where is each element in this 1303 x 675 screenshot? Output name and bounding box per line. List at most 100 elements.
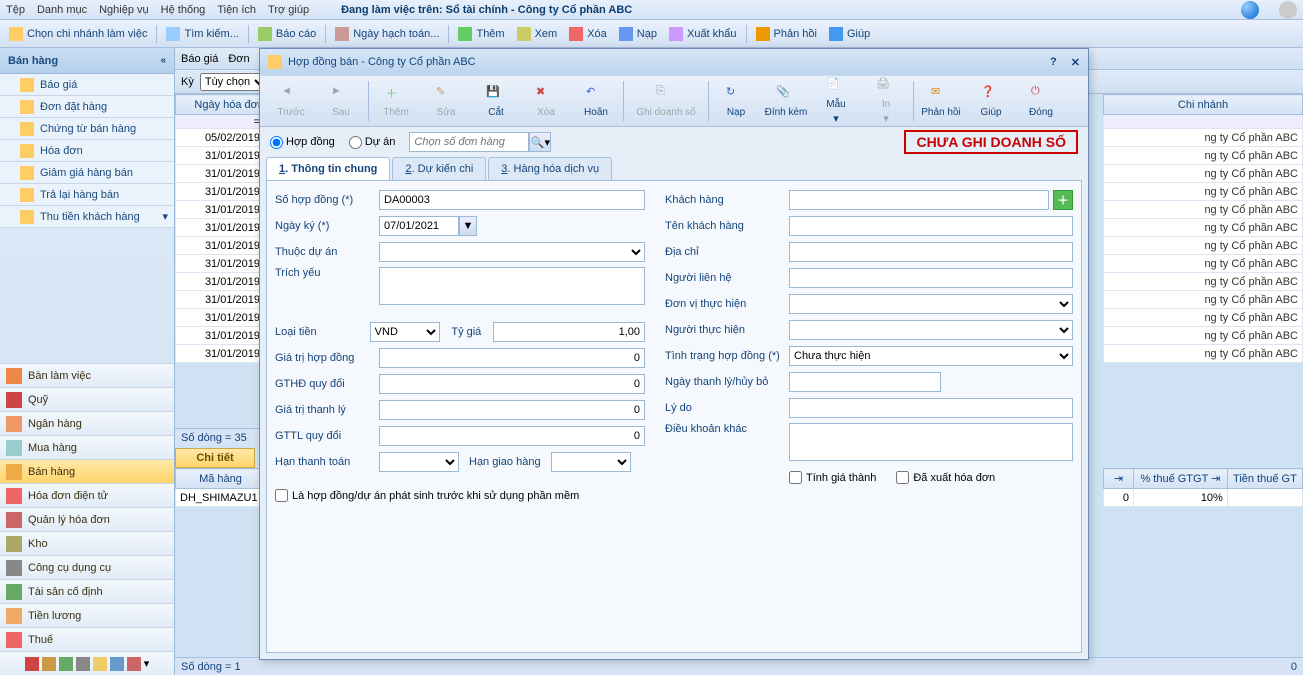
menu-help[interactable]: Trợ giúp [268, 4, 309, 16]
col-tax-amt[interactable]: Tiền thuế GT [1227, 469, 1302, 489]
dlg-attach-button[interactable]: 📎Đính kèm [761, 77, 811, 125]
branch-cell[interactable]: ng ty Cổ phần ABC [1104, 165, 1303, 183]
invoice-issued-checkbox[interactable]: Đã xuất hóa đơn [896, 471, 995, 484]
view-button[interactable]: Xem [514, 27, 561, 41]
branch-grid[interactable]: Chi nhánh ng ty Cổ phần ABCng ty Cổ phần… [1103, 94, 1303, 363]
accounting-date-button[interactable]: Ngày hạch toán... [332, 27, 442, 41]
sign-date-input[interactable] [379, 216, 459, 236]
section-bank[interactable]: Ngân hàng [0, 411, 174, 435]
branch-select-button[interactable]: Chọn chi nhánh làm việc [6, 27, 150, 41]
menu-category[interactable]: Danh mục [37, 4, 87, 16]
date-cell[interactable]: 31/01/2019 [176, 183, 265, 201]
date-cell[interactable]: 31/01/2019 [176, 327, 265, 345]
footer-icon[interactable] [110, 657, 124, 671]
prev-button[interactable]: ◄Trước [266, 77, 316, 125]
section-tax[interactable]: Thuế [0, 627, 174, 651]
footer-icon[interactable] [42, 657, 56, 671]
payment-due-select[interactable] [379, 452, 459, 472]
dlg-reload-button[interactable]: ↻Nạp [711, 77, 761, 125]
dlg-close-button[interactable]: ⏻Đóng [1016, 77, 1066, 125]
dlg-delete-button[interactable]: ✖Xóa [521, 77, 571, 125]
contract-value-input[interactable] [379, 348, 645, 368]
section-purchase[interactable]: Mua hàng [0, 435, 174, 459]
date-cell[interactable]: 31/01/2019 [176, 291, 265, 309]
section-invoice-mgmt[interactable]: Quản lý hóa đơn [0, 507, 174, 531]
dlg-feedback-button[interactable]: ✉Phản hồi [916, 77, 966, 125]
help-button[interactable]: Giúp [826, 27, 873, 41]
exec-unit-select[interactable] [789, 294, 1073, 314]
add-customer-button[interactable]: ＋ [1053, 190, 1073, 210]
footer-icon[interactable] [59, 657, 73, 671]
feedback-button[interactable]: Phản hồi [753, 27, 820, 41]
section-einvoice[interactable]: Hóa đơn điện tử [0, 483, 174, 507]
footer-icon[interactable] [93, 657, 107, 671]
nav-sales-voucher[interactable]: Chứng từ bán hàng [0, 118, 174, 140]
currency-select[interactable]: VND [370, 322, 440, 342]
branch-cell[interactable]: ng ty Cổ phần ABC [1104, 291, 1303, 309]
detail-tab[interactable]: Chi tiết [175, 448, 255, 468]
menu-file[interactable]: Tệp [6, 4, 25, 16]
date-cell[interactable]: 31/01/2019 [176, 201, 265, 219]
section-assets[interactable]: Tài sản cố định [0, 579, 174, 603]
date-cell[interactable]: 31/01/2019 [176, 165, 265, 183]
next-button[interactable]: ►Sau [316, 77, 366, 125]
customer-name-input[interactable] [789, 216, 1073, 236]
liquidation-value-input[interactable] [379, 400, 645, 420]
export-button[interactable]: Xuất khẩu [666, 27, 740, 41]
delete-button[interactable]: Xóa [566, 27, 610, 41]
nav-invoice[interactable]: Hóa đơn [0, 140, 174, 162]
customer-input[interactable] [789, 190, 1049, 210]
order-search-combo[interactable]: 🔍▾ [409, 132, 551, 152]
branch-cell[interactable]: ng ty Cổ phần ABC [1104, 183, 1303, 201]
rate-input[interactable] [493, 322, 645, 342]
nav-return[interactable]: Trả lại hàng bán [0, 184, 174, 206]
nav-collect[interactable]: Thu tiền khách hàng▾ [0, 206, 174, 228]
other-terms-textarea[interactable] [789, 423, 1073, 461]
footer-more-icon[interactable]: ▾ [144, 657, 150, 670]
branch-cell[interactable]: ng ty Cổ phần ABC [1104, 273, 1303, 291]
dlg-template-button[interactable]: 📄Mẫu▾ [811, 77, 861, 125]
date-cell[interactable]: 31/01/2019 [176, 273, 265, 291]
gthd-converted-input[interactable] [379, 374, 645, 394]
col-pin[interactable]: ⇥ [1104, 469, 1134, 489]
project-select[interactable] [379, 242, 645, 262]
menu-system[interactable]: Hệ thống [161, 4, 206, 16]
invoice-grid[interactable]: Ngày hóa đơn = 05/02/201931/01/201931/01… [175, 94, 265, 363]
branch-cell[interactable]: ng ty Cổ phần ABC [1104, 219, 1303, 237]
footer-icon[interactable] [76, 657, 90, 671]
order-search-button[interactable]: 🔍▾ [529, 132, 551, 152]
branch-cell[interactable]: ng ty Cổ phần ABC [1104, 309, 1303, 327]
col-tax-pct[interactable]: % thuế GTGT ⇥ [1134, 469, 1228, 489]
period-select[interactable]: Tùy chọn [200, 73, 268, 91]
date-cell[interactable]: 05/02/2019 [176, 129, 265, 147]
section-sales[interactable]: Bán hàng [0, 459, 174, 483]
section-salary[interactable]: Tiền lương [0, 603, 174, 627]
footer-icon[interactable] [25, 657, 39, 671]
dlg-print-button[interactable]: 🖨In▾ [861, 77, 911, 125]
col-branch[interactable]: Chi nhánh [1104, 95, 1303, 115]
contact-input[interactable] [789, 268, 1073, 288]
branch-cell[interactable]: ng ty Cổ phần ABC [1104, 147, 1303, 165]
branch-cell[interactable]: ng ty Cổ phần ABC [1104, 201, 1303, 219]
tab-goods-services[interactable]: 3. Hàng hóa dịch vụ [488, 157, 612, 180]
contract-no-input[interactable] [379, 190, 645, 210]
liquidation-date-input[interactable] [789, 372, 941, 392]
order-search-input[interactable] [409, 132, 529, 152]
radio-project[interactable]: Dự án [349, 136, 396, 149]
avatar-icon[interactable] [1279, 1, 1297, 19]
dialog-close-button[interactable]: ✕ [1071, 56, 1080, 69]
dlg-add-button[interactable]: ＋Thêm [371, 77, 421, 125]
dlg-record-button[interactable]: ⎘Ghi doanh số [626, 77, 706, 125]
date-dropdown-icon[interactable]: ▼ [459, 216, 477, 236]
branch-cell[interactable]: ng ty Cổ phần ABC [1104, 255, 1303, 273]
dlg-help-button[interactable]: ❓Giúp [966, 77, 1016, 125]
date-cell[interactable]: 31/01/2019 [176, 345, 265, 363]
date-cell[interactable]: 31/01/2019 [176, 147, 265, 165]
executor-select[interactable] [789, 320, 1073, 340]
section-warehouse[interactable]: Kho [0, 531, 174, 555]
branch-cell[interactable]: ng ty Cổ phần ABC [1104, 327, 1303, 345]
reason-input[interactable] [789, 398, 1073, 418]
globe-icon[interactable] [1241, 1, 1259, 19]
radio-contract[interactable]: Hợp đồng [270, 136, 335, 149]
summary-textarea[interactable] [379, 267, 645, 305]
